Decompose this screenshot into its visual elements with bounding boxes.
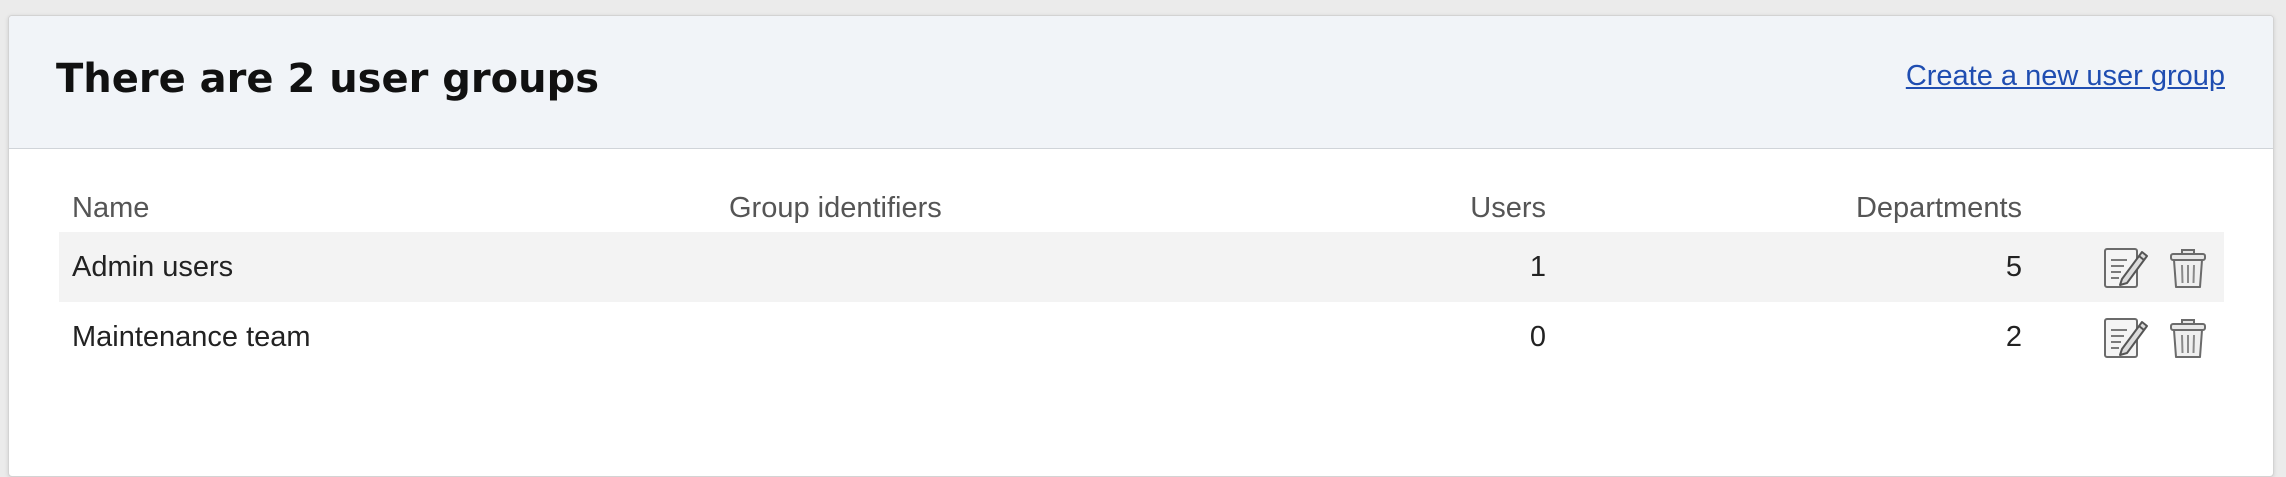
trash-icon[interactable] <box>2164 313 2212 361</box>
panel-header: There are 2 user groups Create a new use… <box>9 16 2273 149</box>
edit-icon[interactable] <box>2102 313 2150 361</box>
group-users-count: 0 <box>1529 321 1546 353</box>
table-row: Maintenance team 0 2 <box>59 302 2224 372</box>
column-header-users: Users <box>1470 192 1546 224</box>
page-title: There are 2 user groups <box>56 56 600 102</box>
trash-icon[interactable] <box>2164 243 2212 291</box>
group-name: Maintenance team <box>72 321 311 353</box>
table-header-row: Name Group identifiers Users Departments <box>59 188 2224 232</box>
edit-icon[interactable] <box>2102 243 2150 291</box>
row-actions <box>2084 302 2224 372</box>
row-actions <box>2084 232 2224 302</box>
user-groups-panel: There are 2 user groups Create a new use… <box>8 15 2274 477</box>
group-departments-count: 2 <box>2005 321 2022 353</box>
column-header-group-identifiers: Group identifiers <box>729 192 942 224</box>
group-users-count: 1 <box>1529 251 1546 283</box>
table-row: Admin users 1 5 <box>59 232 2224 302</box>
column-header-name: Name <box>72 192 150 224</box>
column-header-departments: Departments <box>1855 192 2022 224</box>
group-name: Admin users <box>72 251 234 283</box>
group-departments-count: 5 <box>2005 251 2022 283</box>
create-user-group-link[interactable]: Create a new user group <box>1906 60 2225 93</box>
user-groups-table: Name Group identifiers Users Departments… <box>59 188 2224 372</box>
